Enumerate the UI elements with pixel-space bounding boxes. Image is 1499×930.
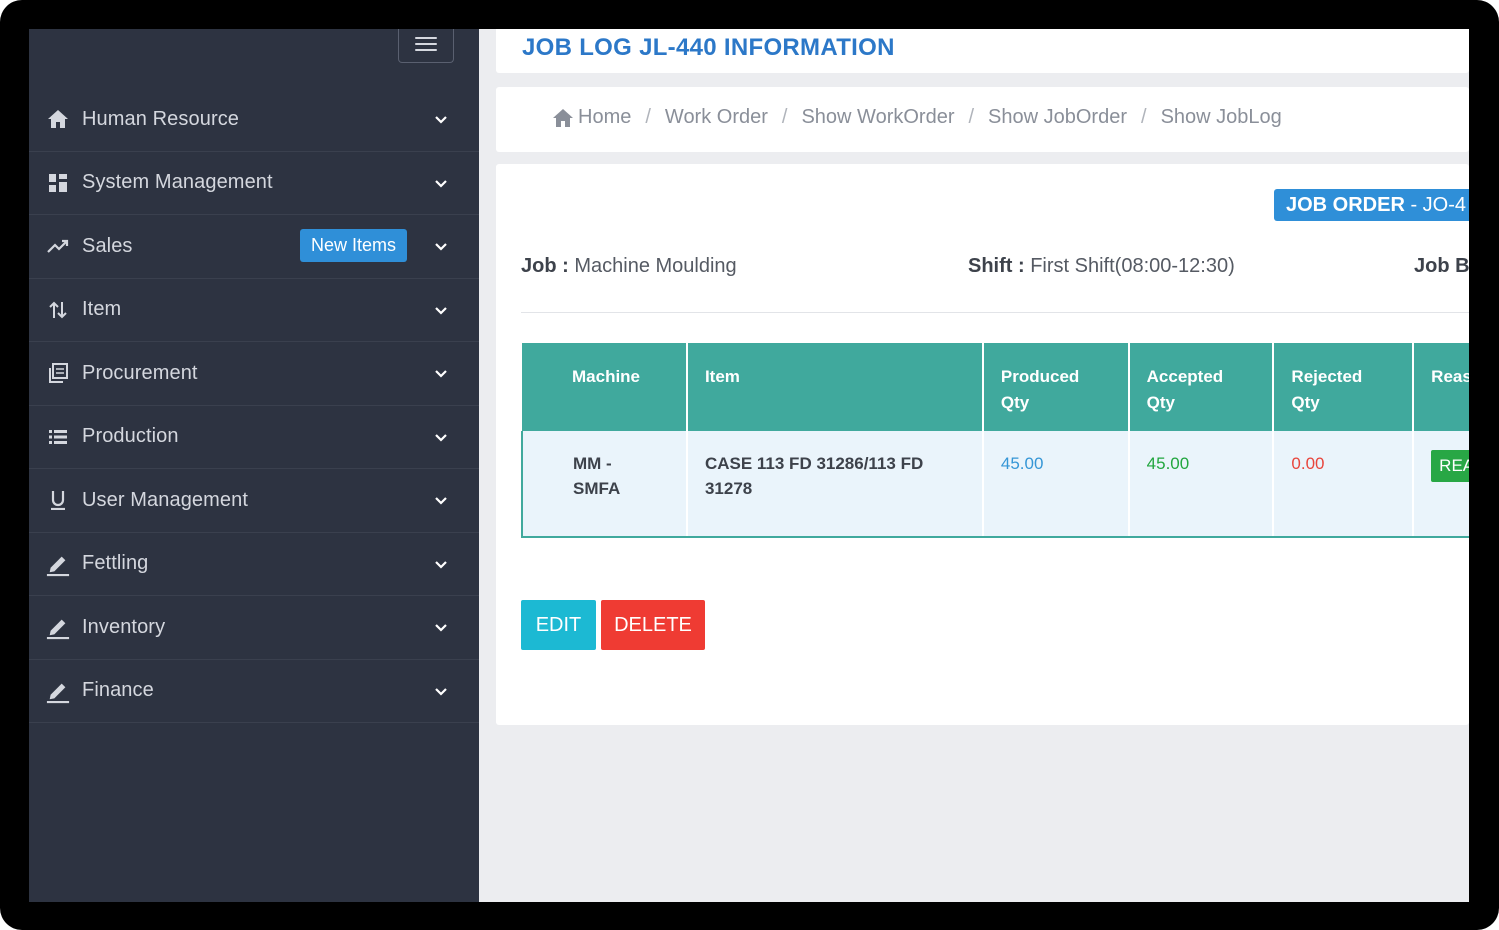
shift-value: First Shift(08:00-12:30) <box>1030 255 1235 277</box>
breadcrumb: Home / Work Order / Show WorkOrder / Sho… <box>552 106 1282 129</box>
breadcrumb-separator: / <box>645 106 651 128</box>
sidebar-item-label: Fettling <box>82 552 149 575</box>
reason-tag: REA <box>1431 450 1469 482</box>
cell-item: CASE 113 FD 31286/113 FD 31278 <box>686 431 984 538</box>
job-order-tag-number: - JO-4 <box>1404 194 1467 216</box>
sidebar-item-label: Inventory <box>82 615 166 638</box>
breadcrumb-panel: Home / Work Order / Show WorkOrder / Sho… <box>496 87 1469 152</box>
trend-icon <box>46 234 70 258</box>
delete-button[interactable]: DELETE <box>601 600 705 650</box>
sidebar-item-label: User Management <box>82 488 249 511</box>
sidebar-item-system-management[interactable]: System Management <box>29 152 479 215</box>
hamburger-icon <box>415 36 437 51</box>
breadcrumb-home-link[interactable]: Home <box>578 106 631 129</box>
table-row: MM - SMFA CASE 113 FD 31286/113 FD 31278… <box>521 431 1469 538</box>
breadcrumb-show-workorder-link[interactable]: Show WorkOrder <box>801 106 954 129</box>
sidebar-item-procurement[interactable]: Procurement <box>29 342 479 406</box>
screen: Human Resource System Management Sales N <box>29 29 1469 902</box>
new-items-badge: New Items <box>300 229 408 263</box>
device-frame: Human Resource System Management Sales N <box>0 0 1499 930</box>
pencil-icon <box>46 679 70 703</box>
sidebar-item-production[interactable]: Production <box>29 406 479 469</box>
chevron-down-icon <box>435 116 447 124</box>
sidebar-item-human-resource[interactable]: Human Resource <box>29 88 479 152</box>
breadcrumb-separator: / <box>781 106 788 128</box>
sidebar-item-inventory[interactable]: Inventory <box>29 596 479 660</box>
chevron-down-icon <box>435 243 447 251</box>
home-icon <box>46 107 70 131</box>
sidebar-item-item[interactable]: Item <box>29 279 479 342</box>
breadcrumb-separator: / <box>968 106 975 128</box>
chevron-down-icon <box>435 497 447 505</box>
sidebar-item-label: System Management <box>82 171 273 194</box>
job-b-info: Job B <box>1414 255 1469 278</box>
breadcrumb-separator: / <box>1141 106 1147 128</box>
underline-icon <box>46 488 70 512</box>
copy-icon <box>46 361 70 385</box>
home-icon <box>553 108 573 127</box>
job-log-panel: JOB ORDER - JO-4 Job : Machine Moulding … <box>496 164 1469 725</box>
chevron-down-icon <box>435 179 447 188</box>
sort-icon <box>46 298 70 322</box>
job-order-tag-prefix: JOB ORDER <box>1286 194 1405 216</box>
cell-accepted-qty: 45.00 <box>1128 431 1275 538</box>
sidebar-item-label: Production <box>82 425 179 448</box>
column-header-accepted-qty: Accepted Qty <box>1128 343 1275 431</box>
sidebar-item-user-management[interactable]: User Management <box>29 469 479 533</box>
table-header-row: Machine Item Produced Qty Accepted Qty R… <box>522 343 1469 431</box>
menu-toggle-button[interactable] <box>398 29 454 63</box>
title-panel: JOB LOG JL-440 INFORMATION <box>496 29 1469 73</box>
shift-label: Shift : <box>968 255 1025 277</box>
sidebar-item-label: Sales <box>82 234 133 257</box>
cell-produced-qty: 45.00 <box>982 431 1130 538</box>
breadcrumb-show-joborder-link[interactable]: Show JobOrder <box>988 106 1127 129</box>
page-title: JOB LOG JL-440 INFORMATION <box>522 34 895 61</box>
sidebar-item-sales[interactable]: Sales New Items <box>29 215 479 279</box>
job-value: Machine Moulding <box>574 255 737 277</box>
list-icon <box>46 425 70 449</box>
job-info: Job : Machine Moulding <box>521 255 737 278</box>
cell-machine: MM - SMFA <box>521 431 688 538</box>
sidebar-item-fettling[interactable]: Fettling <box>29 533 479 596</box>
job-order-tag[interactable]: JOB ORDER - JO-4 <box>1274 189 1469 221</box>
pencil-icon <box>46 615 70 640</box>
divider <box>521 312 1469 313</box>
job-log-table: Machine Item Produced Qty Accepted Qty R… <box>521 343 1469 538</box>
chevron-down-icon <box>435 687 447 696</box>
sidebar-item-finance[interactable]: Finance <box>29 660 479 723</box>
column-header-produced-qty: Produced Qty <box>982 343 1130 431</box>
chevron-down-icon <box>435 560 447 569</box>
sidebar-item-label: Human Resource <box>82 107 240 130</box>
column-header-rejected-qty: Rejected Qty <box>1273 343 1415 431</box>
shift-info: Shift : First Shift(08:00-12:30) <box>968 255 1235 278</box>
column-header-item: Item <box>686 343 984 431</box>
breadcrumb-work-order-link[interactable]: Work Order <box>665 106 768 129</box>
sidebar-item-label: Item <box>82 298 122 321</box>
dashboard-icon <box>46 171 70 195</box>
sidebar-nav: Human Resource System Management Sales N <box>29 88 479 723</box>
sidebar-item-label: Procurement <box>82 361 198 384</box>
edit-button[interactable]: EDIT <box>521 600 596 650</box>
chevron-down-icon <box>435 306 447 315</box>
main-content: JOB LOG JL-440 INFORMATION Home / Work O… <box>479 29 1469 902</box>
breadcrumb-show-joblog-current: Show JobLog <box>1160 106 1282 128</box>
pencil-icon <box>46 552 70 576</box>
column-header-reason: Reas <box>1413 343 1469 431</box>
job-b-label: Job B <box>1414 255 1469 277</box>
cell-reason: REA <box>1413 431 1469 538</box>
sidebar: Human Resource System Management Sales N <box>29 29 479 902</box>
column-header-machine: Machine <box>522 343 688 431</box>
cell-rejected-qty: 0.00 <box>1273 431 1415 538</box>
job-label: Job : <box>521 255 569 277</box>
chevron-down-icon <box>435 370 447 378</box>
chevron-down-icon <box>435 624 447 632</box>
sidebar-item-label: Finance <box>82 679 154 702</box>
chevron-down-icon <box>435 433 447 442</box>
